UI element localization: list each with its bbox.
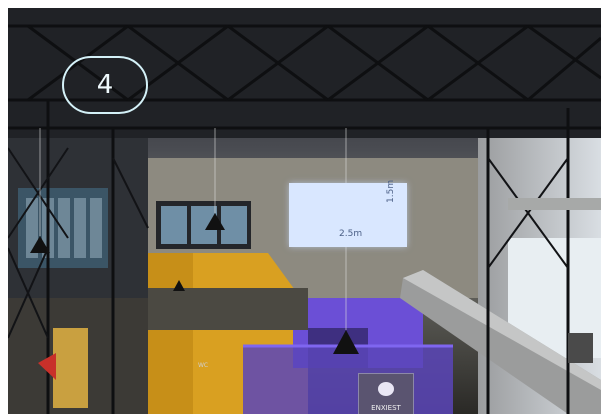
step-number: 4 bbox=[96, 70, 114, 100]
door-label: WC bbox=[198, 362, 209, 369]
warehouse-photo: 4 2.5m 1.5m ENXIEST WC bbox=[8, 8, 601, 414]
screen-height-label: 1.5m bbox=[386, 179, 396, 203]
logo-icon bbox=[378, 382, 394, 396]
projection-screen: 2.5m 1.5m bbox=[289, 179, 407, 247]
photo-frame: 4 2.5m 1.5m ENXIEST WC bbox=[0, 0, 608, 418]
company-sign: ENXIEST bbox=[358, 373, 414, 414]
screen-width-label: 2.5m bbox=[339, 229, 363, 239]
step-number-badge: 4 bbox=[62, 56, 148, 114]
sign-text: ENXIEST bbox=[371, 404, 401, 412]
